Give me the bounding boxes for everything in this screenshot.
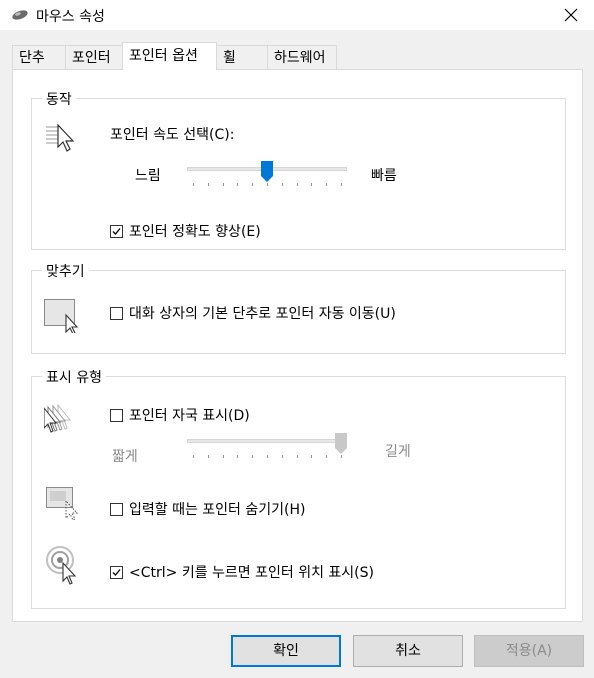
slider-tick xyxy=(193,183,194,186)
snap-to-group: 맞추기 대화 상자의 기본 단추로 포인터 자동 이동(U) xyxy=(31,261,566,354)
enhance-precision-checkbox[interactable]: 포인터 정확도 향상(E) xyxy=(110,221,261,241)
long-label: 길게 xyxy=(385,444,411,460)
hide-while-typing-label: 입력할 때는 포인터 숨기기(H) xyxy=(129,502,306,518)
tab-pointer-options[interactable]: 포인터 옵션 xyxy=(122,42,217,70)
snap-to-button-icon xyxy=(44,299,84,337)
enhance-precision-label: 포인터 정확도 향상(E) xyxy=(129,224,261,240)
pointer-trails-checkbox[interactable]: 포인터 자국 표시(D) xyxy=(110,405,250,425)
slider-tick xyxy=(297,455,298,458)
tab-panel: 동작 포인터 속도 선택(C): 느림 빠름 포인터 정확도 향상(E) 맞추기… xyxy=(12,69,583,622)
slider-tick xyxy=(193,455,194,458)
slow-label: 느림 xyxy=(135,168,161,184)
fast-label: 빠름 xyxy=(371,168,397,184)
tab-wheel[interactable]: 휠 xyxy=(216,45,268,69)
slider-tick xyxy=(311,455,312,458)
motion-group: 동작 포인터 속도 선택(C): 느림 빠름 포인터 정확도 향상(E) xyxy=(31,89,566,250)
snap-to-label: 대화 상자의 기본 단추로 포인터 자동 이동(U) xyxy=(129,306,396,322)
close-button[interactable] xyxy=(548,0,594,30)
pointer-speed-icon xyxy=(46,123,80,157)
motion-group-title: 동작 xyxy=(42,89,76,109)
slider-tick xyxy=(208,455,209,458)
checkbox-box[interactable] xyxy=(110,408,123,422)
slider-tick xyxy=(311,183,312,186)
slider-tick xyxy=(267,455,268,458)
hide-while-typing-icon xyxy=(46,487,84,525)
checkbox-box[interactable] xyxy=(110,502,123,516)
mouse-icon xyxy=(11,9,29,25)
slider-tick xyxy=(341,183,342,186)
slider-tick xyxy=(237,183,238,186)
checkmark-icon xyxy=(112,227,121,235)
slider-tick xyxy=(223,183,224,186)
cancel-button[interactable]: 취소 xyxy=(353,635,463,667)
short-label: 짧게 xyxy=(112,449,138,465)
ok-button[interactable]: 확인 xyxy=(231,635,341,667)
window-title: 마우스 속성 xyxy=(36,9,105,25)
hide-while-typing-checkbox[interactable]: 입력할 때는 포인터 숨기기(H) xyxy=(110,499,305,519)
pointer-trails-icon xyxy=(43,403,84,439)
trail-length-slider[interactable] xyxy=(187,433,347,463)
slider-tick xyxy=(208,183,209,186)
title-bar: 마우스 속성 xyxy=(0,0,594,30)
slider-tick xyxy=(326,455,327,458)
visibility-group: 표시 유형 포인터 자국 표시(D) 짧게 길게 입력할 때는 포인터 숨기기(… xyxy=(31,367,566,609)
ctrl-location-label: <Ctrl> 키를 누르면 포인터 위치 표시(S) xyxy=(129,565,374,581)
slider-thumb[interactable] xyxy=(335,433,347,459)
slider-tick xyxy=(223,455,224,458)
slider-tick xyxy=(326,183,327,186)
snap-to-group-title: 맞추기 xyxy=(42,261,89,281)
tab-pointers[interactable]: 포인터 xyxy=(65,45,123,69)
tab-hardware[interactable]: 하드웨어 xyxy=(267,45,337,69)
slider-tick xyxy=(237,455,238,458)
close-icon xyxy=(564,8,578,22)
ctrl-location-checkbox[interactable]: <Ctrl> 키를 누르면 포인터 위치 표시(S) xyxy=(110,562,374,582)
snap-to-checkbox[interactable]: 대화 상자의 기본 단추로 포인터 자동 이동(U) xyxy=(110,303,396,323)
slider-tick xyxy=(252,455,253,458)
checkbox-box[interactable] xyxy=(110,224,123,238)
pointer-trails-label: 포인터 자국 표시(D) xyxy=(129,408,250,424)
speed-label: 포인터 속도 선택(C): xyxy=(110,127,235,143)
slider-thumb[interactable] xyxy=(261,161,273,187)
pointer-speed-slider[interactable] xyxy=(187,161,347,191)
slider-tick xyxy=(282,455,283,458)
slider-tick xyxy=(282,183,283,186)
slider-ticks xyxy=(187,455,347,459)
checkbox-box[interactable] xyxy=(110,306,123,320)
slider-tick xyxy=(297,183,298,186)
checkmark-icon xyxy=(112,568,121,576)
checkbox-box[interactable] xyxy=(110,565,123,579)
slider-track xyxy=(187,439,347,443)
ctrl-location-icon xyxy=(46,545,82,589)
slider-tick xyxy=(252,183,253,186)
tab-buttons[interactable]: 단추 xyxy=(12,45,66,69)
visibility-group-title: 표시 유형 xyxy=(42,367,106,387)
apply-button[interactable]: 적용(A) xyxy=(474,635,584,667)
